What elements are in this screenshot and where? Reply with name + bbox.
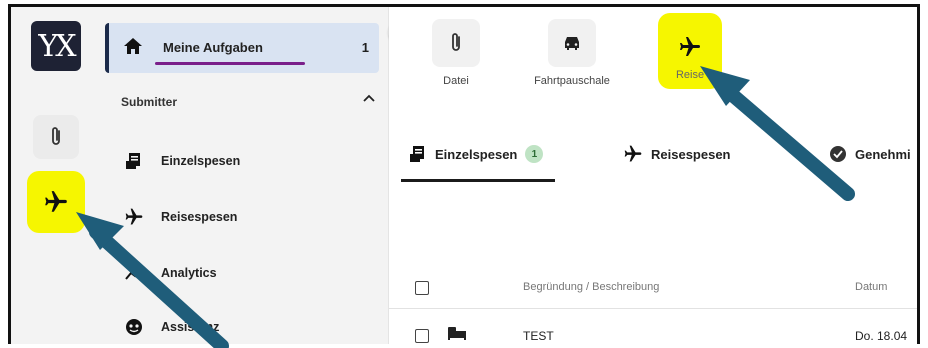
sidebar-item-label: Analytics xyxy=(161,266,217,280)
receipt-icon xyxy=(409,145,427,163)
tab-reisespesen[interactable]: Reisespesen xyxy=(623,141,731,167)
sidebar-item-assistenz[interactable]: Assistenz xyxy=(121,315,219,339)
table-row[interactable]: TEST Do. 18.04 xyxy=(389,311,917,344)
sidebar: Meine Aufgaben 1 Submitter Einzelspesen … xyxy=(103,7,389,344)
sidebar-item-count: 1 xyxy=(361,40,369,55)
left-rail: YX xyxy=(11,7,103,344)
app-logo[interactable]: YX xyxy=(31,21,81,71)
row-date: Do. 18.04 xyxy=(855,329,908,343)
column-header-description[interactable]: Begründung / Beschreibung xyxy=(523,281,659,293)
tile-label: Datei xyxy=(443,75,469,87)
sidebar-item-analytics[interactable]: Analytics xyxy=(121,261,217,285)
sidebar-item-reisespesen[interactable]: Reisespesen xyxy=(121,205,237,229)
paperclip-icon xyxy=(449,32,463,54)
car-icon xyxy=(562,35,582,51)
rail-airplane-button[interactable] xyxy=(27,171,85,233)
airplane-icon xyxy=(43,189,69,215)
tab-label: Reisespesen xyxy=(651,146,731,162)
sidebar-item-label: Assistenz xyxy=(161,320,220,334)
airplane-icon xyxy=(121,207,147,227)
app-window: YX Meine Aufgaben 1 Submitter Einzelspes… xyxy=(8,4,920,344)
annotation-underline xyxy=(155,62,305,65)
sidebar-item-label: Einzelspesen xyxy=(161,154,241,168)
bed-icon xyxy=(447,325,467,341)
rail-paperclip-button[interactable] xyxy=(33,115,79,159)
sidebar-item-meine-aufgaben[interactable]: Meine Aufgaben 1 xyxy=(105,23,379,73)
tile-datei[interactable]: Datei xyxy=(411,19,501,87)
sidebar-item-label: Reisespesen xyxy=(161,210,238,224)
tab-bar: Einzelspesen 1 Reisespesen Genehmi xyxy=(389,133,917,183)
tile-fahrtpauschale[interactable]: Fahrtpauschale xyxy=(527,19,617,87)
tile-label: Fahrtpauschale xyxy=(534,75,610,87)
chevron-up-icon[interactable] xyxy=(363,93,375,103)
tile-reise-button[interactable]: Reise xyxy=(658,13,722,89)
column-header-date[interactable]: Datum xyxy=(855,281,887,293)
airplane-icon xyxy=(678,35,702,59)
tab-genehmigung[interactable]: Genehmi xyxy=(829,141,911,167)
home-icon xyxy=(123,37,143,55)
tab-label: Genehmi xyxy=(855,146,911,162)
paperclip-icon xyxy=(49,126,63,148)
check-circle-icon xyxy=(829,145,847,163)
tile-datei-button[interactable] xyxy=(432,19,480,67)
tile-fahrtpauschale-button[interactable] xyxy=(548,19,596,67)
main-content: Datei Fahrtpauschale Reise Einzelspesen … xyxy=(389,7,917,344)
receipt-icon xyxy=(121,152,147,170)
analytics-icon xyxy=(121,264,147,282)
tile-label: Reise xyxy=(675,69,705,81)
tab-einzelspesen[interactable]: Einzelspesen 1 xyxy=(409,141,544,167)
tab-label: Einzelspesen xyxy=(435,146,518,162)
sidebar-item-label: Meine Aufgaben xyxy=(163,40,263,55)
airplane-icon xyxy=(623,144,643,164)
sidebar-item-einzelspesen[interactable]: Einzelspesen xyxy=(121,149,240,173)
tab-count-badge: 1 xyxy=(525,145,544,163)
assistant-icon xyxy=(121,318,147,336)
table-header: Begründung / Beschreibung Datum xyxy=(389,269,917,309)
tile-reise[interactable]: Reise xyxy=(645,13,735,89)
active-tab-indicator xyxy=(401,179,555,182)
row-description: TEST xyxy=(523,329,554,343)
select-all-checkbox[interactable] xyxy=(415,281,429,295)
row-checkbox[interactable] xyxy=(415,329,429,343)
section-submitter[interactable]: Submitter xyxy=(121,95,177,109)
